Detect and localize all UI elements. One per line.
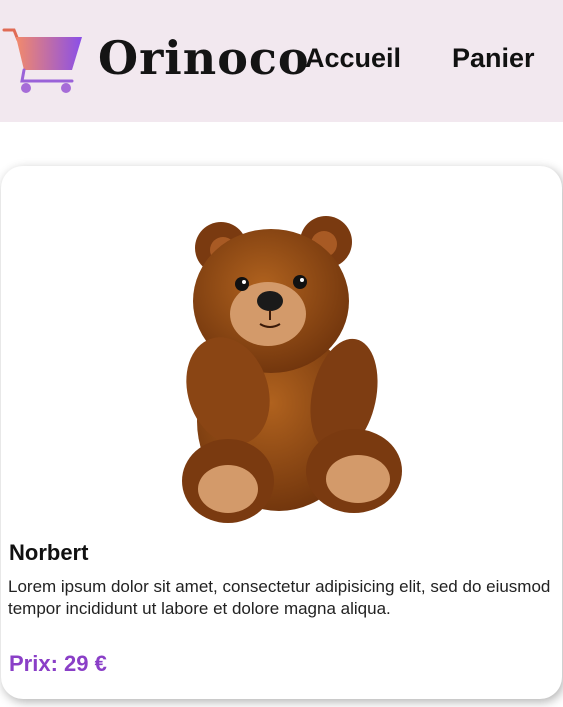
product-image	[182, 216, 402, 523]
product-description: Lorem ipsum dolor sit amet, consectetur …	[8, 577, 551, 618]
brand-name: Orinoco	[98, 31, 310, 85]
logo-link[interactable]: Orinoco	[2, 26, 309, 96]
product-card[interactable]: Norbert Lorem ipsum dolor sit amet, cons…	[1, 166, 562, 699]
product-name: Norbert	[9, 540, 89, 565]
product-price: Prix: 29 €	[9, 651, 107, 676]
site-header: Orinoco Accueil Panier	[0, 0, 563, 122]
nav-link-home[interactable]: Accueil	[305, 41, 401, 75]
shopping-cart-icon	[2, 28, 82, 93]
nav-link-cart[interactable]: Panier	[452, 41, 535, 75]
